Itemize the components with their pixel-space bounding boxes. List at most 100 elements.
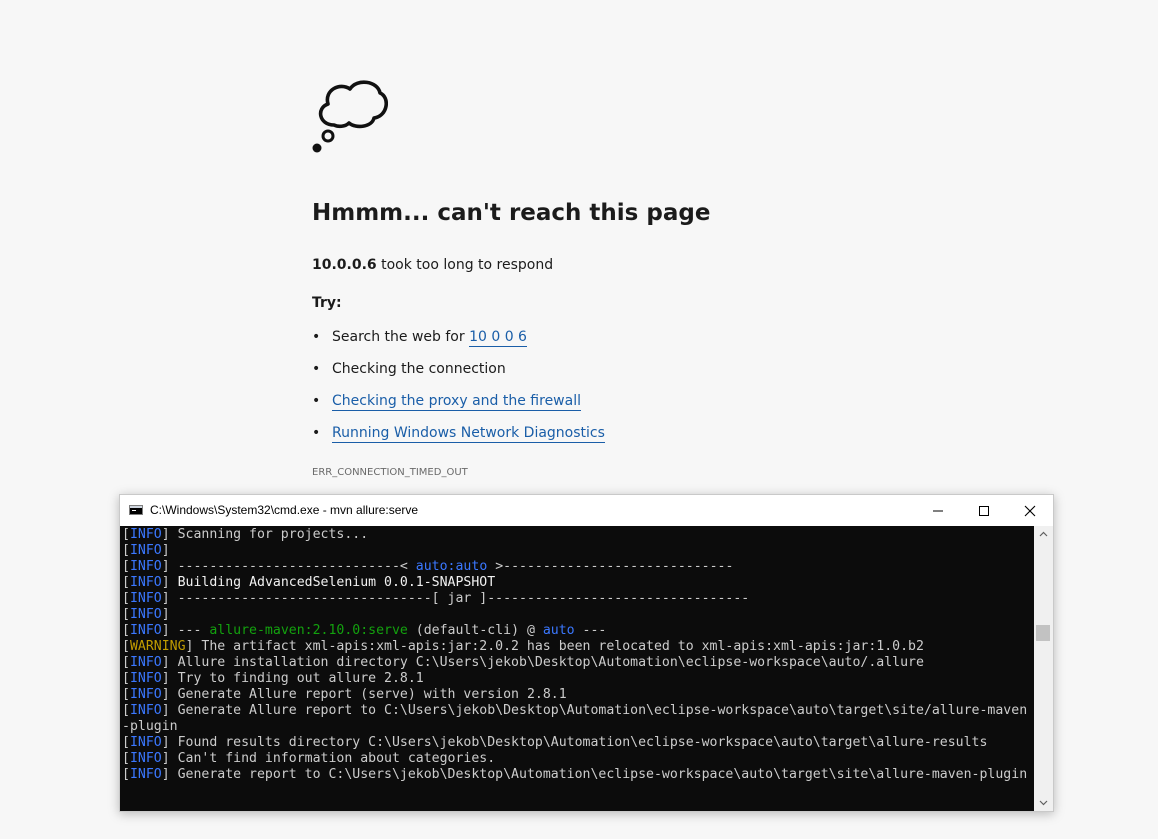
- console-line: [INFO] Building AdvancedSelenium 0.0.1-S…: [122, 575, 1034, 591]
- scrollbar-thumb[interactable]: [1036, 624, 1050, 641]
- timeout-text: took too long to respond: [376, 257, 554, 273]
- log-level: INFO: [129, 767, 162, 782]
- cmd-app-icon[interactable]: [129, 505, 143, 515]
- console-line: [INFO]: [122, 607, 1034, 623]
- error-message: 10.0.0.6 took too long to respond: [312, 257, 553, 273]
- console-text: Building AdvancedSelenium 0.0.1-SNAPSHOT: [177, 575, 496, 590]
- console-text: [: [122, 687, 130, 702]
- console-line: [INFO] Scanning for projects...: [122, 527, 1034, 543]
- console-text: >-----------------------------: [487, 559, 734, 574]
- console-text: ] Generate Allure report (serve) with ve…: [161, 687, 567, 702]
- console-text: [: [122, 543, 130, 558]
- maximize-icon: [979, 506, 989, 516]
- suggestion-diagnostics: • Running Windows Network Diagnostics: [312, 425, 605, 443]
- console-text: [: [122, 671, 130, 686]
- console-text: ] ---: [161, 623, 210, 638]
- console-text: [: [122, 767, 130, 782]
- log-level: INFO: [129, 591, 162, 606]
- proxy-firewall-link[interactable]: Checking the proxy and the firewall: [332, 393, 581, 411]
- suggestion-search-prefix: Search the web for: [332, 329, 470, 345]
- suggestion-proxy: • Checking the proxy and the firewall: [312, 393, 581, 411]
- log-level: INFO: [129, 655, 162, 670]
- close-icon: [1024, 505, 1036, 517]
- console-line: [INFO] Generate report to C:\Users\jekob…: [122, 767, 1034, 783]
- log-level: INFO: [129, 527, 162, 542]
- console-line: [INFO] --- allure-maven:2.10.0:serve (de…: [122, 623, 1034, 639]
- vertical-scrollbar[interactable]: [1034, 526, 1053, 811]
- console-text: [: [122, 591, 130, 606]
- console-text: auto:auto: [415, 559, 488, 574]
- log-level: INFO: [129, 735, 162, 750]
- console-line: [INFO] Try to finding out allure 2.8.1: [122, 671, 1034, 687]
- log-level: INFO: [129, 559, 162, 574]
- scroll-up-arrow-icon[interactable]: [1039, 530, 1048, 539]
- console-text: ] ----------------------------<: [161, 559, 416, 574]
- console-text: [: [122, 623, 130, 638]
- console-text: ---: [574, 623, 607, 638]
- log-level: INFO: [129, 623, 162, 638]
- console-text: ] The artifact xml-apis:xml-apis:jar:2.0…: [185, 639, 924, 654]
- log-level: INFO: [129, 671, 162, 686]
- try-label: Try:: [312, 295, 342, 311]
- console-text: ]: [161, 575, 178, 590]
- suggestion-connection-text: Checking the connection: [332, 361, 506, 377]
- console-text: ]: [161, 543, 170, 558]
- console-line: [INFO] Found results directory C:\Users\…: [122, 735, 1034, 751]
- console-text: (default-cli) @: [407, 623, 543, 638]
- scroll-down-arrow-icon[interactable]: [1039, 798, 1048, 807]
- maximize-button[interactable]: [961, 495, 1007, 526]
- log-level: INFO: [129, 575, 162, 590]
- page-title: Hmmm... can't reach this page: [312, 200, 711, 226]
- console-text: ] Generate report to C:\Users\jekob\Desk…: [161, 767, 1028, 782]
- console-text: [: [122, 575, 130, 590]
- console-text: [: [122, 607, 130, 622]
- console-lines: [INFO] Scanning for projects... [INFO] [IN…: [120, 526, 1034, 783]
- console-line: [INFO] Generate Allure report to C:\User…: [122, 703, 1034, 719]
- search-web-link[interactable]: 10 0 0 6: [469, 329, 527, 347]
- console-line: [INFO]: [122, 543, 1034, 559]
- thought-cloud-icon: [312, 80, 388, 153]
- console-text: ]: [161, 607, 170, 622]
- console-text: ] Generate Allure report to C:\Users\jek…: [161, 703, 1028, 718]
- console-text: auto: [542, 623, 575, 638]
- window-title: C:\Windows\System32\cmd.exe - mvn allure…: [150, 503, 419, 517]
- log-level: INFO: [129, 751, 162, 766]
- console-text: ] --------------------------------[ jar …: [161, 591, 750, 606]
- console-line: [INFO] --------------------------------[…: [122, 591, 1034, 607]
- suggestion-search: • Search the web for 10 0 0 6: [312, 329, 527, 347]
- log-level: WARNING: [129, 639, 186, 654]
- console-text: -plugin: [122, 719, 178, 734]
- console-text: [: [122, 527, 130, 542]
- console-line: [INFO] Can't find information about cate…: [122, 751, 1034, 767]
- console-text: [: [122, 559, 130, 574]
- error-code: ERR_CONNECTION_TIMED_OUT: [312, 467, 468, 478]
- console-text: ] Try to finding out allure 2.8.1: [161, 671, 424, 686]
- log-level: INFO: [129, 703, 162, 718]
- cmd-window: C:\Windows\System32\cmd.exe - mvn allure…: [119, 494, 1054, 812]
- log-level: INFO: [129, 607, 162, 622]
- host-name: 10.0.0.6: [312, 257, 377, 273]
- title-bar[interactable]: C:\Windows\System32\cmd.exe - mvn allure…: [120, 495, 1053, 526]
- console-line: [INFO] ----------------------------< aut…: [122, 559, 1034, 575]
- log-level: INFO: [129, 687, 162, 702]
- console-output[interactable]: [INFO] Scanning for projects... [INFO] [IN…: [120, 526, 1034, 811]
- console-text: [: [122, 639, 130, 654]
- console-text: [: [122, 655, 130, 670]
- console-text: ] Can't find information about categorie…: [161, 751, 496, 766]
- console-line: [WARNING] The artifact xml-apis:xml-apis…: [122, 639, 1034, 655]
- close-button[interactable]: [1007, 495, 1053, 526]
- console-text: ] Allure installation directory C:\Users…: [161, 655, 924, 670]
- console-line: [INFO] Generate Allure report (serve) wi…: [122, 687, 1034, 703]
- console-text: [: [122, 735, 130, 750]
- console-text: [: [122, 703, 130, 718]
- log-level: INFO: [129, 543, 162, 558]
- console-text: allure-maven:2.10.0:serve: [209, 623, 408, 638]
- minimize-icon: [933, 510, 943, 512]
- network-diagnostics-link[interactable]: Running Windows Network Diagnostics: [332, 425, 605, 443]
- minimize-button[interactable]: [915, 495, 961, 526]
- suggestion-connection: • Checking the connection: [312, 361, 506, 377]
- console-line: [INFO] Allure installation directory C:\…: [122, 655, 1034, 671]
- console-text: ] Found results directory C:\Users\jekob…: [161, 735, 988, 750]
- console-text: ] Scanning for projects...: [161, 527, 369, 542]
- console-line: -plugin: [122, 719, 1034, 735]
